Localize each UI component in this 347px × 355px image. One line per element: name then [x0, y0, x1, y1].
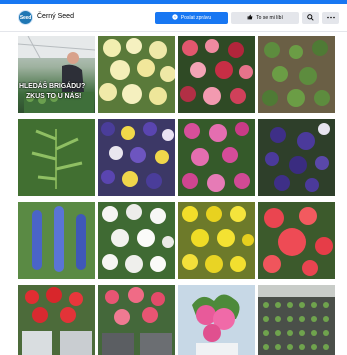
photo-seedling-trays[interactable] — [258, 285, 335, 355]
photo-pink-flower-pot[interactable] — [178, 285, 255, 355]
more-icon — [326, 15, 335, 21]
photo-red-pink-flowers[interactable] — [178, 36, 255, 113]
photo-red-coral-flowers[interactable] — [258, 202, 335, 279]
page-header: Seed Černý Seed Poslat zprávu To se mi l… — [0, 4, 347, 32]
photo-pink-flowers[interactable] — [178, 119, 255, 196]
search-button[interactable] — [302, 12, 319, 24]
avatar-text: Seed — [19, 14, 32, 21]
like-button[interactable]: To se mi líbí — [231, 12, 299, 24]
overlay-line-1: HLEDÁŠ BRIGÁDU? — [19, 83, 86, 90]
photo-mixed-purple-yellow-flowers[interactable] — [98, 119, 175, 196]
more-options-button[interactable] — [322, 12, 339, 24]
photo-green-foliage[interactable] — [18, 119, 95, 196]
photo-yellow-flowers-dense[interactable] — [178, 202, 255, 279]
send-message-label: Poslat zprávu — [180, 15, 212, 21]
page-title[interactable]: Černý Seed — [37, 13, 74, 20]
search-icon — [307, 13, 314, 23]
photo-pink-begonias[interactable] — [98, 285, 175, 355]
photo-red-begonias-pots[interactable] — [18, 285, 95, 355]
photo-yellow-flowers[interactable] — [98, 36, 175, 113]
photo-purple-statice[interactable] — [258, 119, 335, 196]
avatar[interactable]: Seed — [18, 10, 33, 25]
photo-person-in-greenhouse[interactable]: HLEDÁŠ BRIGÁDU? ZKUS TO U NÁS! — [18, 36, 95, 113]
like-label: To se mi líbí — [256, 15, 283, 21]
send-message-button[interactable]: Poslat zprávu — [155, 12, 228, 24]
thumbs-up-icon — [247, 14, 253, 22]
photo-blue-delphinium[interactable] — [18, 202, 95, 279]
overlay-line-2: ZKUS TO U NÁS! — [26, 93, 82, 100]
photo-green-seedlings[interactable] — [258, 36, 335, 113]
messenger-icon — [172, 14, 178, 22]
photo-white-flowers[interactable] — [98, 202, 175, 279]
